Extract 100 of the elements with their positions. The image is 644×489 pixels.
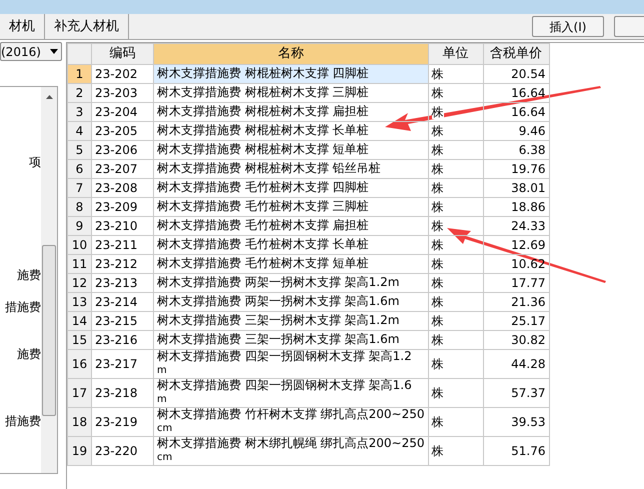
table-cell: 23-210 (92, 216, 154, 235)
table-cell: 51.76 (483, 436, 549, 465)
table-cell: 23-211 (92, 235, 154, 254)
table-cell: 39.53 (483, 407, 549, 436)
unit-text: 株 (432, 66, 444, 80)
row-number: 8 (68, 197, 92, 216)
unit-text: 株 (432, 256, 444, 270)
unit-text: 株 (432, 200, 444, 214)
row-number: 6 (68, 159, 92, 178)
tree-item[interactable]: 措施费 (5, 412, 41, 430)
toolbar-button[interactable] (614, 16, 644, 37)
row-number: 5 (68, 140, 92, 159)
row-number: 14 (68, 311, 92, 330)
row-number: 18 (68, 407, 92, 436)
table-cell: 23-218 (92, 378, 154, 407)
unit-text: 株 (432, 294, 444, 308)
table-cell: 17.77 (483, 273, 549, 292)
table-cell: 57.37 (483, 378, 549, 407)
unit-text: 株 (432, 124, 444, 138)
column-header[interactable]: 含税单价 (483, 44, 549, 64)
table-cell: 20.54 (483, 64, 549, 83)
table-cell: 树木支撑措施费 树棍桩树木支撑 短单桩 (154, 140, 428, 159)
unit-text: 株 (432, 314, 444, 328)
unit-text: 株 (432, 332, 444, 346)
unit-text: 株 (432, 276, 444, 290)
table-cell: 23-208 (92, 178, 154, 197)
unit-text: 株 (432, 218, 444, 232)
table-cell: 树木支撑措施费 两架一拐树木支撑 架高1.2m (154, 273, 428, 292)
row-number: 15 (68, 330, 92, 349)
row-number: 7 (68, 178, 92, 197)
tree-item[interactable]: 施费 (17, 266, 41, 284)
table-cell: 23-217 (92, 349, 154, 378)
table-cell: 24.33 (483, 216, 549, 235)
unit-text: 株 (432, 386, 444, 400)
table-cell: 21.36 (483, 292, 549, 311)
table-cell: 23-209 (92, 197, 154, 216)
tree-item[interactable]: 施费 (17, 345, 41, 363)
table-cell: 23-207 (92, 159, 154, 178)
library-select[interactable]: (2016) (0, 42, 62, 61)
table-cell: 23-204 (92, 102, 154, 121)
corner-cell (68, 44, 92, 64)
row-number: 17 (68, 378, 92, 407)
scrollbar[interactable] (41, 87, 57, 473)
unit-text: 株 (432, 180, 444, 194)
row-number: 16 (68, 349, 92, 378)
table-cell: 树木支撑措施费 树棍桩树木支撑 铅丝吊桩 (154, 159, 428, 178)
column-header[interactable]: 编码 (92, 44, 154, 64)
insert-button[interactable]: 插入(I) (532, 16, 604, 37)
table-cell: 树木支撑措施费 两架一拐树木支撑 架高1.6m (154, 292, 428, 311)
table-cell: 23-215 (92, 311, 154, 330)
column-header[interactable]: 名称 (154, 44, 428, 64)
table-cell: 树木支撑措施费 竹杆树木支撑 绑扎高点200~250 cm (154, 407, 428, 436)
table-cell: 树木支撑措施费 树木绑扎幌绳 绑扎高点200~250 cm (154, 436, 428, 465)
row-number: 13 (68, 292, 92, 311)
row-number: 10 (68, 235, 92, 254)
unit-text: 株 (432, 162, 444, 176)
row-number: 4 (68, 121, 92, 140)
column-header[interactable]: 单位 (428, 44, 483, 64)
tree-item[interactable]: 项 (29, 153, 41, 171)
dropdown-icon (50, 49, 58, 54)
table-cell: 6.38 (483, 140, 549, 159)
table-cell: 44.28 (483, 349, 549, 378)
table-cell: 23-216 (92, 330, 154, 349)
scroll-thumb[interactable] (42, 245, 56, 416)
table-cell: 23-219 (92, 407, 154, 436)
table-cell: 树木支撑措施费 毛竹桩树木支撑 短单桩 (154, 254, 428, 273)
row-number: 1 (68, 64, 92, 83)
table-cell: 23-205 (92, 121, 154, 140)
table-cell: 23-212 (92, 254, 154, 273)
table-cell: 19.76 (483, 159, 549, 178)
table-cell: 树木支撑措施费 树棍桩树木支撑 四脚桩 (154, 64, 428, 83)
unit-text: 株 (432, 238, 444, 252)
table-cell: 23-214 (92, 292, 154, 311)
table-cell: 树木支撑措施费 毛竹桩树木支撑 三脚桩 (154, 197, 428, 216)
unit-text: 株 (432, 444, 444, 458)
table-cell: 9.46 (483, 121, 549, 140)
table-cell: 树木支撑措施费 四架一拐圆钢树木支撑 架高1.6 m (154, 378, 428, 407)
unit-text: 株 (432, 414, 444, 428)
table-cell: 树木支撑措施费 毛竹桩树木支撑 扁担桩 (154, 216, 428, 235)
row-number: 9 (68, 216, 92, 235)
row-number: 19 (68, 436, 92, 465)
table-cell: 18.86 (483, 197, 549, 216)
table-cell: 树木支撑措施费 毛竹桩树木支撑 长单桩 (154, 235, 428, 254)
table-cell: 30.82 (483, 330, 549, 349)
table-cell: 38.01 (483, 178, 549, 197)
row-number: 11 (68, 254, 92, 273)
table-cell: 树木支撑措施费 树棍桩树木支撑 三脚桩 (154, 83, 428, 102)
table-cell: 树木支撑措施费 三架一拐树木支撑 架高1.2m (154, 311, 428, 330)
unit-text: 株 (432, 356, 444, 370)
row-number: 3 (68, 102, 92, 121)
table-cell: 树木支撑措施费 三架一拐树木支撑 架高1.6m (154, 330, 428, 349)
table-cell: 树木支撑措施费 四架一拐圆钢树木支撑 架高1.2 m (154, 349, 428, 378)
row-number: 2 (68, 83, 92, 102)
tree-item[interactable]: 措施费 (5, 298, 41, 316)
unit-text: 株 (432, 142, 444, 156)
table-cell: 树木支撑措施费 毛竹桩树木支撑 四脚桩 (154, 178, 428, 197)
table-cell: 23-206 (92, 140, 154, 159)
row-number: 12 (68, 273, 92, 292)
unit-text: 株 (432, 104, 444, 118)
table-cell: 23-203 (92, 83, 154, 102)
